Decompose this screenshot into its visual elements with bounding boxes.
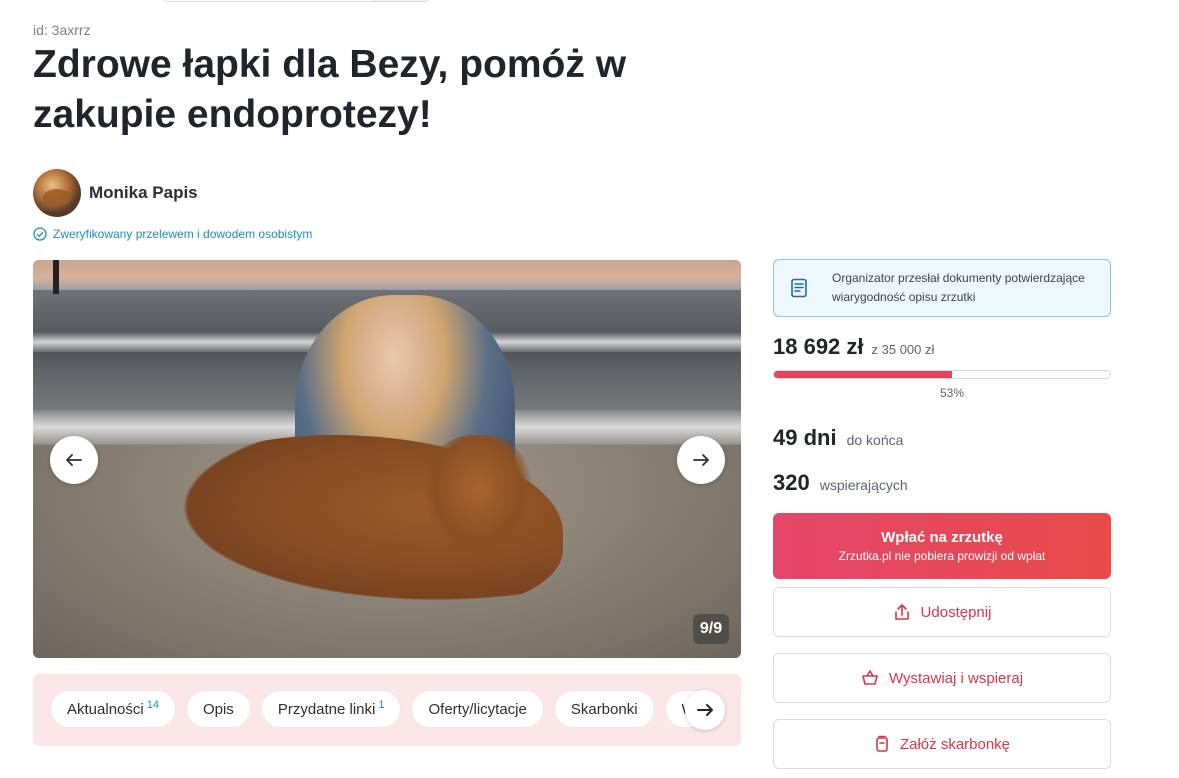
arrow-right-icon — [693, 454, 709, 466]
check-circle-icon — [33, 227, 47, 241]
tab-aktualnosci[interactable]: Aktualności 14 — [50, 690, 176, 728]
amount-value: 18 692 zł — [773, 334, 864, 359]
arrow-right-icon — [697, 704, 713, 716]
gallery-counter: 9/9 — [693, 614, 729, 644]
tab-opis[interactable]: Opis — [185, 690, 251, 728]
tab-label: Opis — [202, 700, 234, 718]
document-icon — [791, 278, 807, 298]
photo-gallery[interactable]: 9/9 — [33, 260, 741, 658]
avatar[interactable] — [33, 169, 81, 217]
verified-text: Zweryfikowany przelewem i dowodem osobis… — [53, 227, 313, 241]
arrow-left-icon — [66, 454, 82, 466]
tab-label: Aktualności — [67, 700, 144, 718]
backers-label: wspierających — [819, 477, 908, 493]
documents-verified-note: Organizator przesłał dokumenty potwierdz… — [773, 259, 1111, 317]
photo-sky — [33, 260, 741, 290]
days-left-value: 49 dni — [773, 425, 837, 450]
page-title: Zdrowe łapki dla Bezy, pomóż w zakupie e… — [33, 43, 627, 136]
tab-przydatne-linki[interactable]: Przydatne linki 1 — [260, 690, 402, 728]
progress-percent: 53% — [939, 386, 965, 400]
create-piggybank-button[interactable]: Załóż skarbonkę — [773, 719, 1111, 769]
gallery-prev-button[interactable] — [50, 436, 98, 484]
goal-value: z 35 000 zł — [871, 342, 935, 357]
progress-fill — [774, 371, 953, 378]
tab-skarbonki[interactable]: Skarbonki — [553, 690, 655, 728]
top-search-button[interactable] — [373, 0, 431, 1]
section-tabs: Aktualności 14 Opis Przydatne linki 1 Ofer… — [33, 674, 741, 746]
share-icon — [894, 604, 909, 620]
tab-oferty-licytacje[interactable]: Oferty/licytacje — [411, 690, 544, 728]
backers-value: 320 — [773, 470, 810, 495]
sell-button-label: Wystawiaj i wspieraj — [888, 669, 1024, 687]
organizer-block[interactable]: Monika Papis — [33, 169, 198, 217]
tab-badge: 1 — [378, 699, 385, 711]
verified-badge: Zweryfikowany przelewem i dowodem osobis… — [33, 227, 312, 241]
donate-button[interactable]: Wpłać na zrzutkę Zrzutka.pl nie pobiera … — [773, 513, 1111, 579]
piggy-button-label: Załóż skarbonkę — [899, 735, 1011, 753]
tabs-list: Aktualności 14 Opis Przydatne linki 1 Ofer… — [50, 690, 713, 728]
gallery-next-button[interactable] — [677, 436, 725, 484]
days-left-label: do końca — [846, 432, 904, 448]
piggybank-icon — [876, 735, 888, 752]
sell-and-support-button[interactable]: Wystawiaj i wspieraj — [773, 653, 1111, 703]
progress-bar — [773, 370, 1111, 379]
share-button[interactable]: Udostępnij — [773, 587, 1111, 637]
basket-icon — [862, 670, 878, 685]
tab-label: Skarbonki — [570, 700, 638, 718]
campaign-id: id: 3axrrz — [33, 22, 91, 38]
amount-raised: 18 692 zł z 35 000 zł — [773, 334, 934, 360]
share-button-label: Udostępnij — [920, 603, 992, 621]
backers-count: 320 wspierających — [773, 470, 908, 496]
donate-button-label: Wpłać na zrzutkę — [881, 529, 1003, 546]
photo-dog-head — [423, 435, 533, 555]
tab-badge: 14 — [146, 699, 159, 711]
tab-label: Przydatne linki — [277, 700, 376, 718]
organizer-name[interactable]: Monika Papis — [89, 183, 198, 203]
donate-button-subtext: Zrzutka.pl nie pobiera prowizji od wpłat — [838, 549, 1046, 563]
top-search-bar[interactable] — [160, 0, 432, 2]
tabs-scroll-right-button[interactable] — [685, 690, 725, 730]
photo-pier — [53, 260, 59, 294]
documents-note-text: Organizator przesłał dokumenty potwierdz… — [832, 271, 1085, 304]
days-left: 49 dni do końca — [773, 425, 903, 451]
tab-label: Oferty/licytacje — [428, 700, 527, 718]
